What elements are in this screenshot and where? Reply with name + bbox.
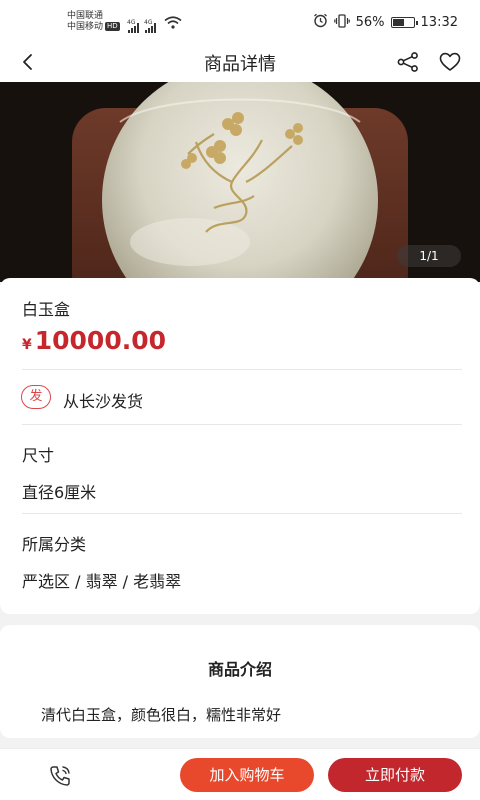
buy-now-button[interactable]: 立即付款: [328, 758, 462, 792]
category-label: 所属分类: [22, 535, 87, 554]
signal-icon-1: 4G: [127, 19, 139, 33]
status-right: 56% 13:32: [313, 13, 458, 32]
network-type-1: 4G: [127, 19, 136, 26]
battery-icon: [390, 17, 418, 28]
divider: [22, 424, 462, 425]
network-type-2: 4G: [144, 19, 153, 26]
price-amount: 10000.00: [34, 326, 167, 355]
product-info-card: 白玉盒 ¥10000.00 发 从长沙发货 尺寸 直径6厘米 所属分类 严选区 …: [0, 278, 480, 614]
share-icon[interactable]: [394, 48, 422, 76]
heart-icon[interactable]: [436, 48, 464, 76]
divider: [22, 369, 462, 370]
currency-symbol: ¥: [22, 337, 32, 353]
carrier-info: 中国联通 中国移动 HD: [67, 11, 120, 33]
product-intro-card: 商品介绍 清代白玉盒，颜色很白，糯性非常好: [0, 625, 480, 738]
alarm-icon: [313, 13, 328, 32]
product-image[interactable]: 1/1: [0, 82, 480, 282]
image-pager: 1/1: [397, 245, 461, 267]
product-price: ¥10000.00: [22, 326, 166, 355]
product-name: 白玉盒: [22, 300, 71, 319]
bottom-action-bar: 加入购物车 立即付款: [0, 748, 480, 800]
add-to-cart-button[interactable]: 加入购物车: [180, 758, 314, 792]
size-value: 直径6厘米: [22, 483, 97, 502]
battery-percent: 56%: [355, 15, 385, 30]
divider: [22, 513, 462, 514]
carrier-1: 中国联通: [67, 11, 104, 21]
ship-badge: 发: [21, 385, 51, 409]
vibrate-icon: [333, 13, 350, 32]
size-label: 尺寸: [22, 446, 55, 465]
clock-time: 13:32: [420, 15, 458, 30]
signal-icon-2: 4G: [144, 19, 156, 33]
nav-bar: 商品详情: [0, 42, 480, 82]
signal-indicators: 4G 4G: [127, 14, 182, 33]
category-value: 严选区 / 翡翠 / 老翡翠: [22, 572, 182, 591]
wifi-icon: [164, 14, 182, 33]
phone-icon[interactable]: [46, 762, 76, 790]
status-bar: 中国联通 中国移动 HD 4G 4G 56% 13:32: [0, 0, 480, 42]
intro-title: 商品介绍: [207, 660, 272, 679]
ship-origin: 从长沙发货: [63, 392, 144, 411]
carrier-2: 中国移动: [67, 22, 104, 32]
hd-badge: HD: [105, 22, 120, 31]
intro-text: 清代白玉盒，颜色很白，糯性非常好: [41, 706, 282, 724]
